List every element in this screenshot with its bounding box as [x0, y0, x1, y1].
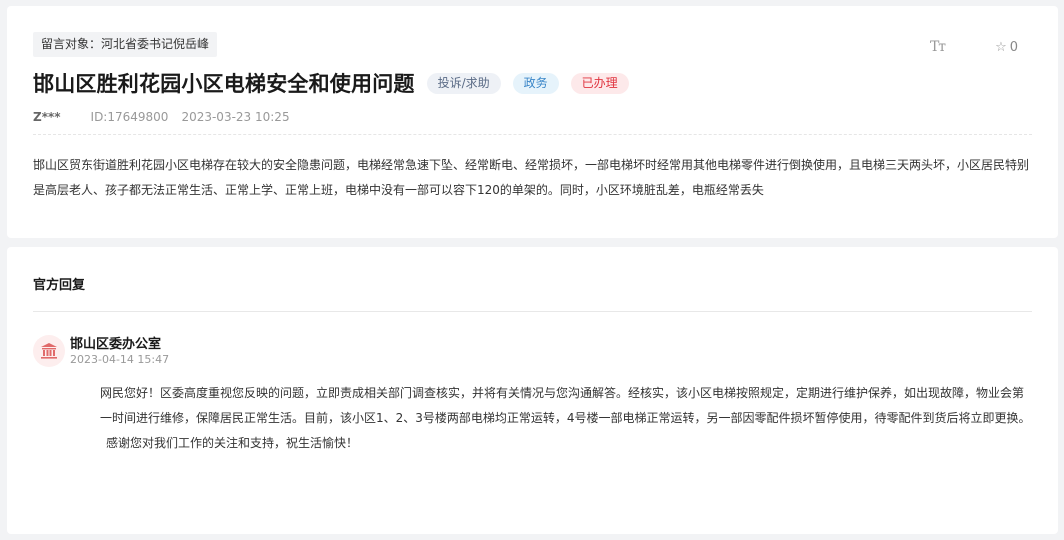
government-building-icon: [33, 335, 65, 367]
message-id: ID:17649800: [90, 110, 169, 124]
message-toolbar: Tт ☆ 0: [930, 39, 1018, 55]
message-meta: Z*** ID:17649800 2023-03-23 10:25: [33, 110, 290, 124]
divider: [33, 311, 1032, 312]
reply-paragraph: 感谢您对我们工作的关注和支持，祝生活愉快！: [106, 436, 359, 450]
title-row: 邯山区胜利花园小区电梯安全和使用问题 投诉/求助 政务 已办理: [33, 68, 641, 98]
reply-body: 网民您好！区委高度重视您反映的问题，立即责成相关部门调查核实，并将有关情况与您沟…: [70, 381, 1032, 456]
category-badge[interactable]: 投诉/求助: [426, 72, 501, 94]
official-reply-card: 官方回复 邯山区委办公室 2023-04-14 15:47 网民您好！区委高度重…: [7, 247, 1058, 534]
favorite-button[interactable]: ☆ 0: [995, 40, 1018, 55]
message-target-tag: 留言对象：河北省委书记倪岳峰: [33, 32, 218, 57]
section-title: 官方回复: [33, 278, 86, 293]
reply-org-name: 邯山区委办公室: [70, 337, 162, 352]
message-card: 留言对象：河北省委书记倪岳峰 Tт ☆ 0 邯山区胜利花园小区电梯安全和使用问题…: [7, 6, 1058, 238]
field-badge[interactable]: 政务: [512, 72, 559, 94]
message-datetime: 2023-03-23 10:25: [181, 110, 290, 124]
divider: [33, 134, 1032, 135]
message-content: 邯山区贸东街道胜利花园小区电梯存在较大的安全隐患问题，电梯经常急速下坠、经常断电…: [33, 158, 1030, 197]
font-size-icon[interactable]: Tт: [930, 39, 946, 55]
favorite-count: 0: [1009, 39, 1018, 55]
status-badge: 已办理: [570, 72, 629, 94]
reply-datetime: 2023-04-14 15:47: [70, 353, 170, 366]
message-user: Z***: [33, 110, 61, 124]
reply-paragraph: 网民您好！区委高度重视您反映的问题，立即责成相关部门调查核实，并将有关情况与您沟…: [100, 386, 1031, 425]
star-icon: ☆: [995, 39, 1007, 55]
message-title: 邯山区胜利花园小区电梯安全和使用问题: [33, 72, 415, 96]
